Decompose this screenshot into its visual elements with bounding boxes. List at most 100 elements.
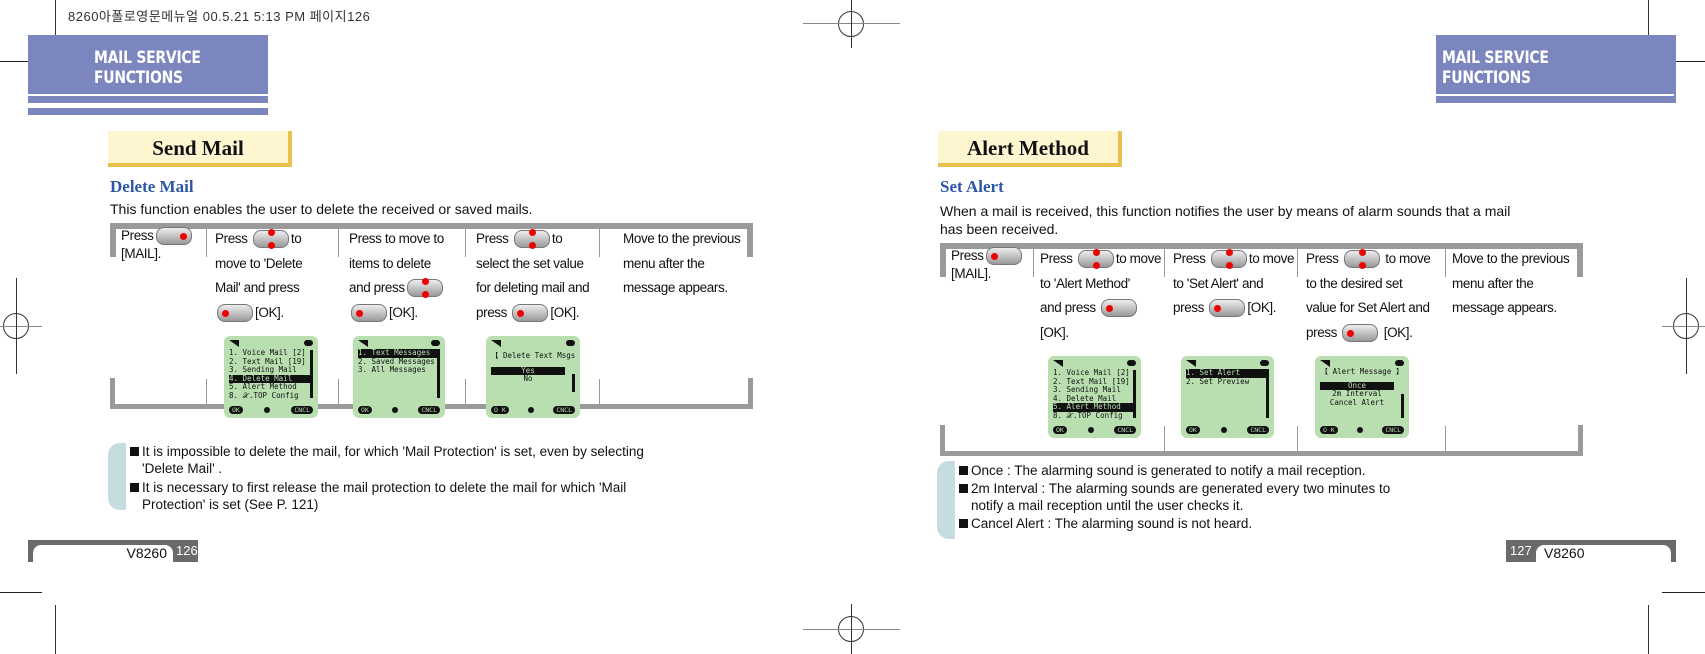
chapter-title: MAIL SERVICE FUNCTIONS [1442,48,1549,88]
nav-key-icon [406,278,443,299]
notes-list: It is impossible to delete the mail, for… [130,443,720,513]
step-1: Press [MAIL]. [121,227,194,262]
step-text: [MAIL]. [951,266,991,282]
step-text: Mail' and press [215,280,300,295]
step-text: press [1306,324,1338,340]
step-text: [OK]. [550,304,580,320]
step-text: message appears. [623,280,728,295]
step-text: items to delete [349,255,431,271]
screen-menu-item: 2. Set Preview [1186,377,1250,386]
screen-menu-item: 4. Delete Mail [229,374,313,384]
note-item: It is necessary to first release the mai… [130,479,720,513]
step-3: Press to move to 'Set Alert' and press [… [1173,247,1295,321]
nav-key-icon [252,229,289,250]
screen-menu-item: 1. Voice Mail [2] [229,349,306,357]
step-text: to [551,231,563,246]
step-text: [OK]. [1247,300,1277,315]
cancel-softkey: CNCL [1382,426,1404,434]
step-text: to move [1385,251,1431,266]
nav-key-icon [1343,249,1380,270]
screen-menu-item: 2. Text Mail [19] [1053,377,1130,386]
step-text: [OK]. [1383,324,1413,340]
crop-mark [55,605,56,654]
step-text: press [1173,300,1205,315]
step-text: to move [1115,251,1162,266]
screen-menu-item: 4. Delete Mail [1053,394,1117,403]
step-text: for deleting mail and [476,280,590,295]
ok-softkey: O K [491,406,509,414]
step-4: Press to select the set value for deleti… [476,227,590,325]
screen-menu-item: Once [1320,381,1394,391]
chapter-banner-right: MAIL SERVICE FUNCTIONS [1436,35,1676,103]
section-title: Alert Method [938,131,1122,167]
cancel-softkey: CNCL [1114,426,1136,434]
step-text: Press [951,248,984,263]
note-item: It is impossible to delete the mail, for… [130,443,720,477]
step-text: Press [1306,251,1339,266]
step-text: [MAIL]. [121,246,161,262]
intro-text: This function enables the user to delete… [110,201,533,217]
step-text: to 'Alert Method' [1040,275,1130,291]
step-text: to [290,231,302,246]
step-text: press [476,304,508,320]
intro-line: has been received. [940,221,1059,237]
ok-key-icon [512,303,549,322]
screen-menu-item: 3. Sending Mail [229,366,297,375]
step-text: Press [1173,251,1206,266]
step-text: [OK]. [255,304,284,320]
section-title: Send Mail [108,131,292,167]
ok-softkey: OK [229,406,243,414]
note-tab [937,461,955,539]
ok-key-icon [1101,299,1138,318]
step-text: to the desired set [1306,275,1403,291]
step-text: move to 'Delete [215,255,303,271]
subsection-title: Delete Mail [110,177,194,196]
step-text: Press [476,231,509,246]
print-header: 8260아폴로영문메뉴얼 00.5.21 5:13 PM 페이지126 [68,9,371,24]
notes-list: Once : The alarming sound is generated t… [959,462,1439,532]
subsection-title: Set Alert [940,177,1004,196]
phone-screen-set-alert-menu: 1. Set Alert 2. Set Preview OK CNCL [1181,356,1274,438]
crop-mark [1648,605,1649,654]
page-footer-left: V8260 126 [28,540,198,562]
ok-softkey: OK [1053,426,1067,434]
screen-menu-item: 5. Alert Method [1053,403,1136,412]
step-text: Move to the previous [623,231,741,246]
banner-underline [28,108,268,115]
note-tab [108,443,126,510]
model-name: V8260 [33,545,173,562]
model-name: V8260 [1536,545,1671,562]
screen-menu-item: 2. Text Mail [19] [229,357,306,366]
intro-text: When a mail is received, this function n… [940,202,1510,238]
step-text: to move [1248,251,1295,266]
note-item: Once : The alarming sound is generated t… [959,462,1439,479]
ok-softkey: OK [1186,426,1200,434]
step-2: Press to move to 'Alert Method' and pres… [1040,247,1162,345]
screen-menu-item: 1. Voice Mail [2] [1053,369,1130,377]
cancel-softkey: CNCL [291,406,313,414]
screen-title: 【 Delete Text Msgs 】 [491,352,575,360]
step-text: Press [215,231,248,246]
phone-screen-delete-menu: 1. Text Messages 2. Saved Messages 3. All … [353,336,445,418]
nav-key-icon [513,229,550,250]
step-text: Move to the previous [1452,251,1570,266]
note-item: Cancel Alert : The alarming sound is not… [959,515,1439,532]
mail-key-icon [155,227,192,246]
step-text: message appears. [1452,300,1557,315]
page-footer-right: 127 V8260 [1506,540,1676,562]
cancel-softkey: CNCL [418,406,440,414]
chapter-title: MAIL SERVICE FUNCTIONS [94,48,201,88]
chapter-banner-left: MAIL SERVICE FUNCTIONS [28,35,268,103]
mail-key-icon [985,247,1022,266]
page-number: 127 [1510,543,1532,558]
step-text: to 'Set Alert' and [1173,275,1264,291]
screen-menu-item: 5. Alert Method [229,383,297,392]
screen-menu-item: 1. Text Messages [358,349,440,358]
screen-menu-item: 8. 𝒳.TOP Config [1053,411,1123,420]
screen-menu-item: 2. Saved Messages [358,357,435,366]
ok-key-icon [1342,323,1379,342]
crop-mark [1662,592,1705,593]
step-2: Press to move to 'Delete Mail' and press… [215,227,303,325]
ok-softkey: O K [1320,426,1338,434]
cancel-softkey: CNCL [553,406,575,414]
